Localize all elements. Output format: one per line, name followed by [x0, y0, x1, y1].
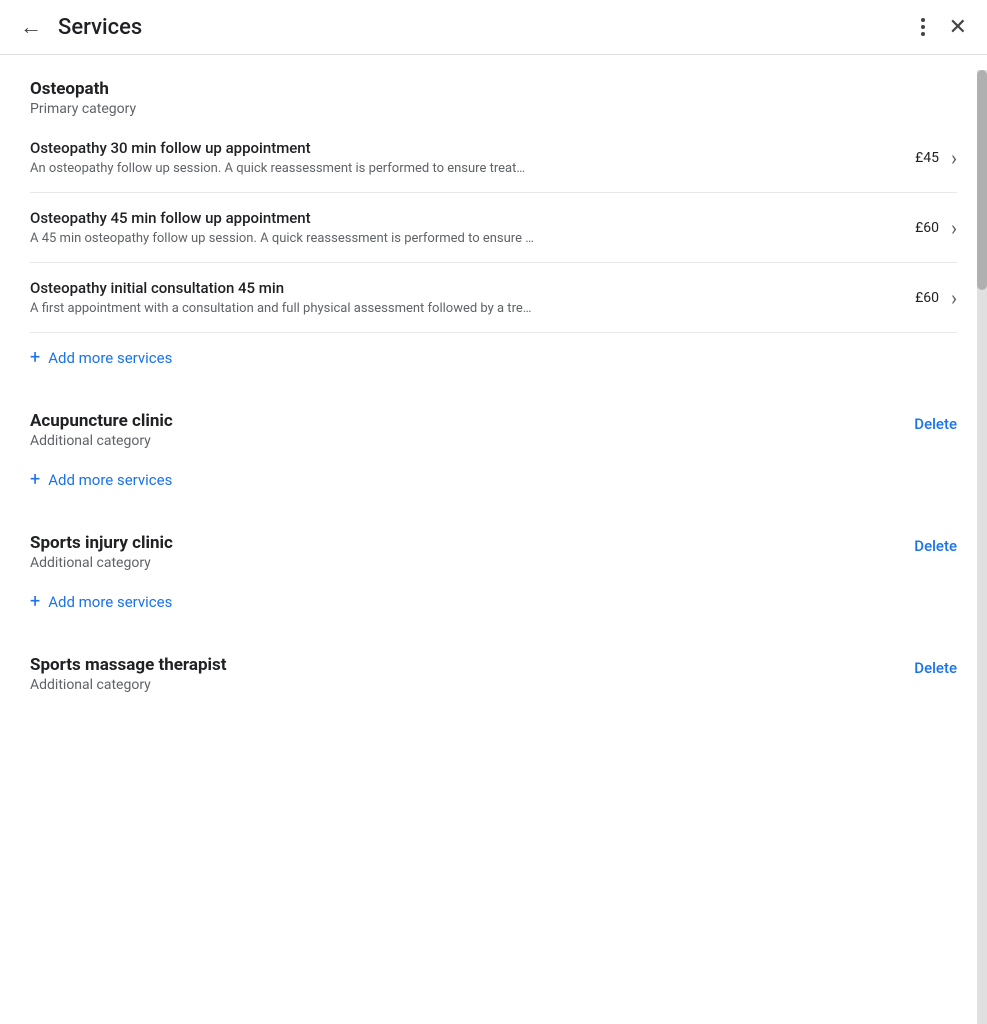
chevron-icon-45min-followup: › — [951, 216, 957, 240]
category-type-osteopath: Primary category — [30, 101, 136, 117]
service-name-initial: Osteopathy initial consultation 45 min — [30, 279, 899, 297]
dot3 — [921, 32, 925, 36]
delete-button-sports-massage[interactable]: Delete — [914, 655, 957, 681]
header: ← Services ✕ — [0, 0, 987, 55]
header-actions: ✕ — [917, 14, 967, 40]
category-section-osteopath: Osteopath Primary category Osteopathy 30… — [30, 79, 957, 367]
service-item-45min-followup[interactable]: Osteopathy 45 min follow up appointment … — [30, 193, 957, 263]
add-services-acupuncture[interactable]: + Add more services — [30, 455, 957, 489]
category-section-sports-injury: Sports injury clinic Additional category… — [30, 533, 957, 611]
category-info-sports-injury: Sports injury clinic Additional category — [30, 533, 173, 571]
service-info-45min-followup: Osteopathy 45 min follow up appointment … — [30, 209, 915, 246]
category-info-sports-massage: Sports massage therapist Additional cate… — [30, 655, 227, 693]
services-panel: ← Services ✕ Osteopath Primary category — [0, 0, 987, 1024]
category-title-acupuncture: Acupuncture clinic — [30, 411, 173, 431]
page-title: Services — [58, 15, 917, 40]
delete-button-acupuncture[interactable]: Delete — [914, 411, 957, 437]
dot2 — [921, 25, 925, 29]
category-title-sports-injury: Sports injury clinic — [30, 533, 173, 553]
category-header-sports-massage: Sports massage therapist Additional cate… — [30, 655, 957, 693]
category-section-acupuncture: Acupuncture clinic Additional category D… — [30, 411, 957, 489]
service-right-30min: £45 › — [915, 146, 957, 170]
service-name-45min-followup: Osteopathy 45 min follow up appointment — [30, 209, 899, 227]
category-header-sports-injury: Sports injury clinic Additional category… — [30, 533, 957, 571]
service-price-30min: £45 — [915, 150, 939, 166]
add-label-sports-injury: Add more services — [48, 593, 172, 611]
category-type-sports-massage: Additional category — [30, 677, 227, 693]
scroll-track — [977, 70, 987, 1024]
add-label-acupuncture: Add more services — [48, 471, 172, 489]
delete-button-sports-injury[interactable]: Delete — [914, 533, 957, 559]
close-button[interactable]: ✕ — [949, 15, 967, 40]
service-info-30min: Osteopathy 30 min follow up appointment … — [30, 139, 915, 176]
chevron-icon-30min: › — [951, 146, 957, 170]
dot1 — [921, 18, 925, 22]
category-section-sports-massage: Sports massage therapist Additional cate… — [30, 655, 957, 693]
add-services-sports-injury[interactable]: + Add more services — [30, 577, 957, 611]
spacer-1 — [30, 379, 957, 411]
service-price-initial: £60 — [915, 290, 939, 306]
category-info-acupuncture: Acupuncture clinic Additional category — [30, 411, 173, 449]
spacer-3 — [30, 623, 957, 655]
category-header-osteopath: Osteopath Primary category — [30, 79, 957, 117]
category-header-acupuncture: Acupuncture clinic Additional category D… — [30, 411, 957, 449]
more-menu-button[interactable] — [917, 14, 929, 40]
spacer-2 — [30, 501, 957, 533]
service-item-30min[interactable]: Osteopathy 30 min follow up appointment … — [30, 123, 957, 193]
back-button[interactable]: ← — [20, 14, 42, 40]
category-info-osteopath: Osteopath Primary category — [30, 79, 136, 117]
service-desc-initial: A first appointment with a consultation … — [30, 301, 730, 316]
category-type-acupuncture: Additional category — [30, 433, 173, 449]
add-plus-icon-acupuncture: + — [30, 471, 40, 489]
category-type-sports-injury: Additional category — [30, 555, 173, 571]
content-area: Osteopath Primary category Osteopathy 30… — [0, 55, 987, 729]
service-name-30min: Osteopathy 30 min follow up appointment — [30, 139, 899, 157]
add-plus-icon-sports-injury: + — [30, 593, 40, 611]
add-plus-icon-osteopath: + — [30, 349, 40, 367]
category-title-sports-massage: Sports massage therapist — [30, 655, 227, 675]
add-label-osteopath: Add more services — [48, 349, 172, 367]
service-desc-45min-followup: A 45 min osteopathy follow up session. A… — [30, 231, 730, 246]
service-right-45min-followup: £60 › — [915, 216, 957, 240]
chevron-icon-initial: › — [951, 286, 957, 310]
add-services-osteopath[interactable]: + Add more services — [30, 333, 957, 367]
category-title-osteopath: Osteopath — [30, 79, 136, 99]
scroll-thumb[interactable] — [977, 70, 987, 290]
service-item-initial[interactable]: Osteopathy initial consultation 45 min A… — [30, 263, 957, 333]
service-right-initial: £60 › — [915, 286, 957, 310]
service-price-45min-followup: £60 — [915, 220, 939, 236]
service-desc-30min: An osteopathy follow up session. A quick… — [30, 161, 730, 176]
service-info-initial: Osteopathy initial consultation 45 min A… — [30, 279, 915, 316]
